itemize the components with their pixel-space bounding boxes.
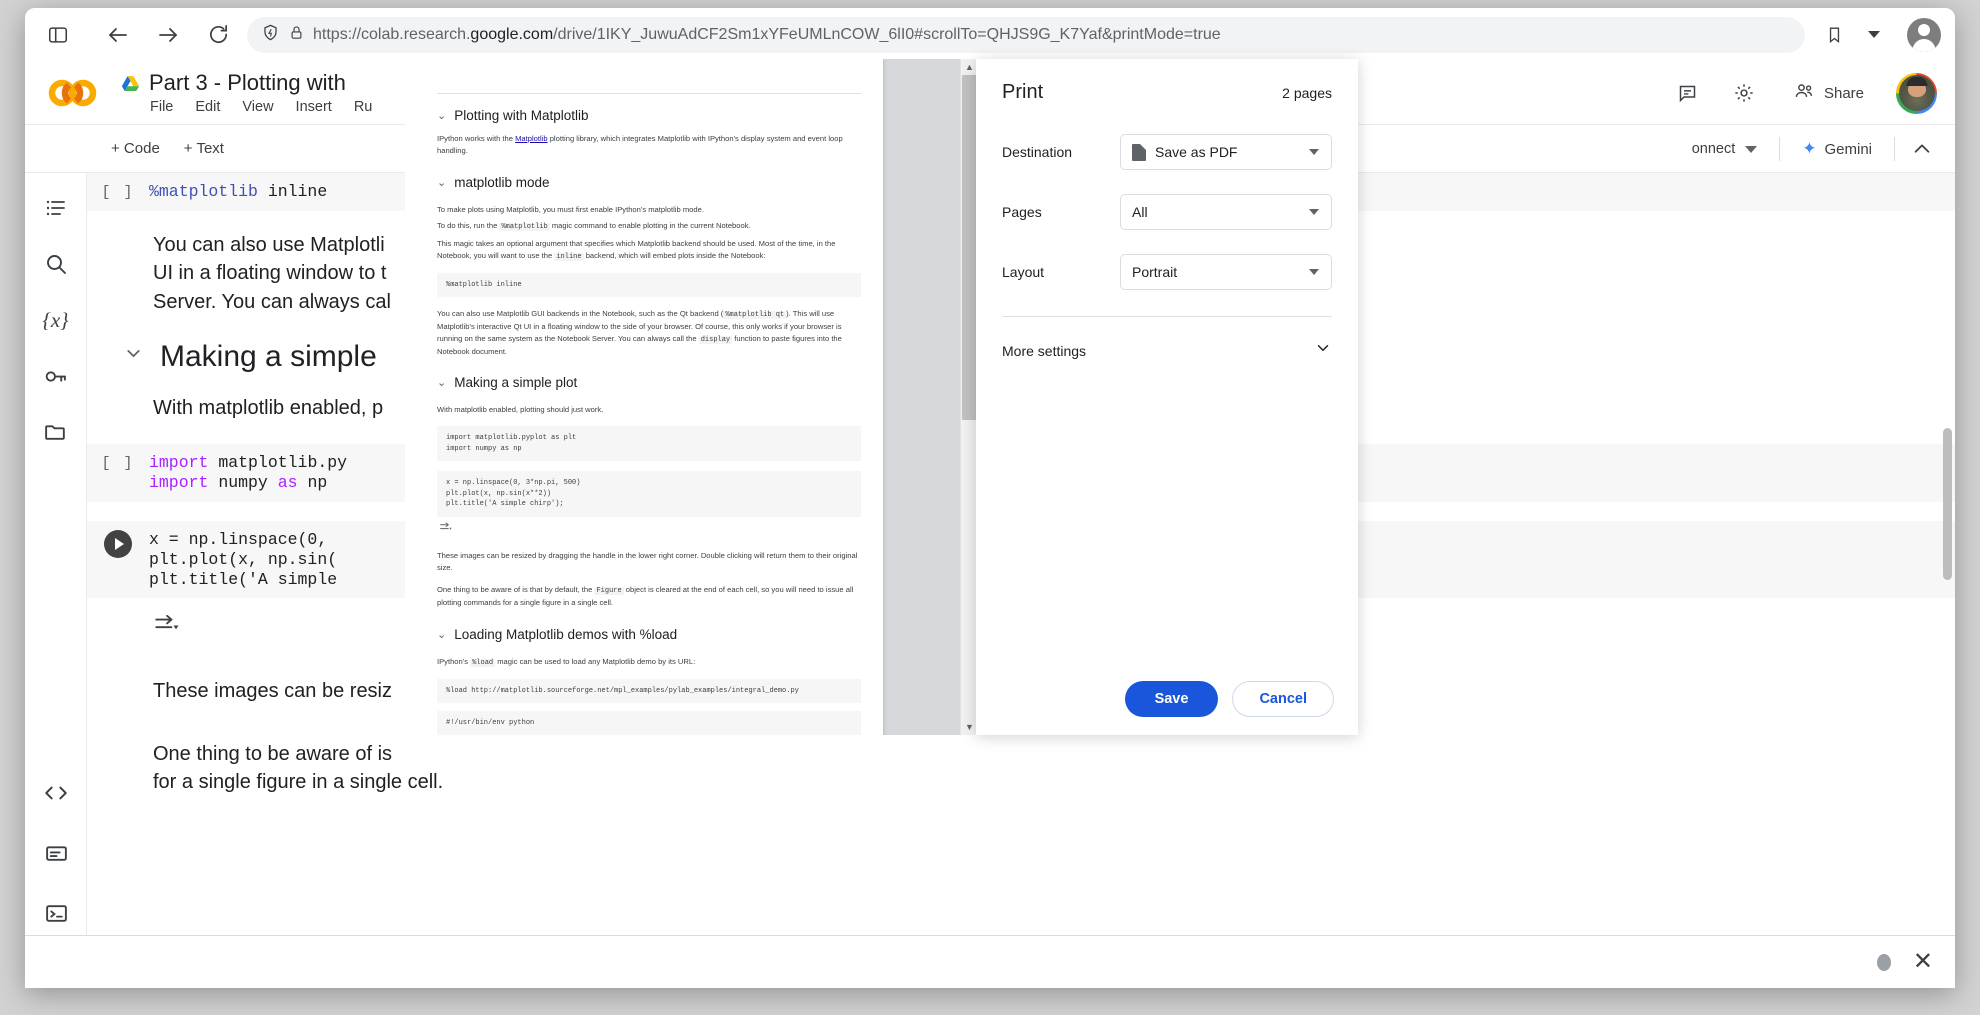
print-preview-page: ⌄ Plotting with Matplotlib IPython works…: [405, 59, 883, 735]
destination-label: Destination: [1002, 144, 1120, 160]
screen: https://colab.research.google.com/drive/…: [0, 0, 1980, 1015]
browser-window: https://colab.research.google.com/drive/…: [25, 8, 1955, 988]
preview-code-block: x = np.linspace(0, 3*np.pi, 500) plt.plo…: [437, 471, 861, 517]
output-expand-icon: [437, 521, 861, 539]
page-count: 2 pages: [1282, 85, 1332, 101]
layout-row: Layout Portrait: [976, 254, 1358, 290]
preview-scrollbar[interactable]: ▲ ▼: [960, 59, 977, 735]
print-dialog-actions: Save Cancel: [1125, 681, 1334, 717]
pages-label: Pages: [1002, 204, 1120, 220]
save-button[interactable]: Save: [1125, 681, 1219, 717]
destination-select[interactable]: Save as PDF: [1120, 134, 1332, 170]
preview-paragraph: You can also use Matplotlib GUI backends…: [437, 308, 861, 357]
divider: [1002, 316, 1332, 317]
print-preview-pane[interactable]: ⌄ Plotting with Matplotlib IPython works…: [405, 59, 977, 735]
chevron-down-icon: [1309, 209, 1319, 215]
divider: [437, 93, 861, 94]
layout-value: Portrait: [1132, 264, 1177, 280]
preview-heading: ⌄ matplotlib mode: [437, 175, 861, 190]
print-dialog-header: Print 2 pages: [976, 59, 1358, 104]
preview-paragraph: These images can be resized by dragging …: [437, 550, 861, 574]
layout-label: Layout: [1002, 264, 1120, 280]
preview-scrollbar-thumb[interactable]: [962, 75, 977, 420]
chevron-down-icon: ⌄: [437, 628, 446, 641]
destination-value: Save as PDF: [1155, 144, 1237, 160]
preview-code-block: import matplotlib.pyplot as plt import n…: [437, 426, 861, 461]
preview-heading: ⌄ Loading Matplotlib demos with %load: [437, 627, 861, 642]
more-settings-label: More settings: [1002, 343, 1086, 359]
layout-select[interactable]: Portrait: [1120, 254, 1332, 290]
preview-code-block: %load http://matplotlib.sourceforge.net/…: [437, 679, 861, 704]
print-dialog: Print 2 pages Destination Save as PDF Pa…: [976, 59, 1358, 735]
preview-heading: ⌄ Plotting with Matplotlib: [437, 108, 861, 123]
scroll-up-icon[interactable]: ▲: [961, 59, 977, 75]
cancel-button[interactable]: Cancel: [1232, 681, 1334, 717]
chevron-down-icon: ⌄: [437, 109, 446, 122]
preview-code-block: %matplotlib inline: [437, 273, 861, 298]
destination-row: Destination Save as PDF: [976, 134, 1358, 170]
scroll-down-icon[interactable]: ▼: [961, 719, 977, 735]
pages-value: All: [1132, 204, 1148, 220]
chevron-down-icon: ⌄: [437, 176, 446, 189]
chevron-down-icon: [1314, 339, 1332, 362]
preview-code-block: #!/usr/bin/env python # implement the ex…: [437, 711, 861, 735]
download-item-icon[interactable]: [1877, 954, 1891, 971]
pages-select[interactable]: All: [1120, 194, 1332, 230]
preview-paragraph: IPython works with the Matplotlib plotti…: [437, 133, 861, 157]
chevron-down-icon: [1309, 149, 1319, 155]
preview-paragraph: To make plots using Matplotlib, you must…: [437, 204, 861, 216]
preview-paragraph: This magic takes an optional argument th…: [437, 238, 861, 263]
pages-row: Pages All: [976, 194, 1358, 230]
more-settings-toggle[interactable]: More settings: [976, 339, 1358, 362]
preview-paragraph: One thing to be aware of is that by defa…: [437, 584, 861, 609]
preview-paragraph: With matplotlib enabled, plotting should…: [437, 404, 861, 416]
print-overlay: ⌄ Plotting with Matplotlib IPython works…: [50, 16, 1955, 943]
preview-paragraph: To do this, run the %matplotlib magic co…: [437, 220, 861, 233]
preview-paragraph: IPython's %load magic can be used to loa…: [437, 656, 861, 669]
matplotlib-link[interactable]: Matplotlib: [515, 134, 548, 143]
close-icon[interactable]: ✕: [1913, 950, 1933, 974]
print-dialog-title: Print: [1002, 81, 1043, 104]
preview-heading: ⌄ Making a simple plot: [437, 375, 861, 390]
pdf-document-icon: [1132, 144, 1146, 161]
chevron-down-icon: [1309, 269, 1319, 275]
chevron-down-icon: ⌄: [437, 376, 446, 389]
